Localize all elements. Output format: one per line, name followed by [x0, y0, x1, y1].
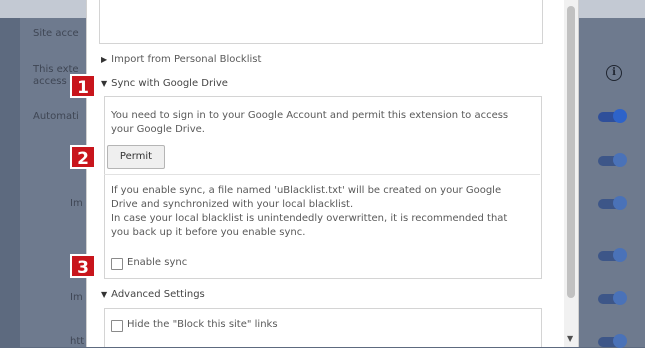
background-row-label: Im — [70, 292, 83, 303]
callout-badge: 2 — [70, 145, 96, 169]
toggle-switch[interactable] — [598, 109, 627, 123]
sync-info-line: you back up it before you enable sync. — [111, 227, 306, 238]
info-icon[interactable]: i — [606, 65, 622, 81]
automation-label: Automati — [33, 111, 79, 122]
toggle-knob-icon — [613, 109, 627, 123]
advanced-settings-label: Advanced Settings — [111, 289, 205, 300]
toggle-knob-icon — [613, 196, 627, 210]
enable-sync-label: Enable sync — [127, 257, 188, 268]
import-label: Import from Personal Blocklist — [111, 54, 262, 65]
import-expander[interactable]: ▶ Import from Personal Blocklist — [101, 54, 261, 65]
background-row-label: htt — [70, 336, 85, 347]
toggle-switch[interactable] — [598, 291, 627, 305]
toggle-knob-icon — [613, 291, 627, 305]
divider — [104, 174, 540, 175]
sync-info-line: In case your local blacklist is unintend… — [111, 213, 508, 224]
toggle-switch[interactable] — [598, 334, 627, 348]
toggle-switch[interactable] — [598, 196, 627, 210]
sync-info-line: If you enable sync, a file named 'uBlack… — [111, 185, 502, 196]
blacklist-textarea[interactable] — [99, 0, 543, 44]
toggle-knob-icon — [613, 153, 627, 167]
toggle-switch[interactable] — [598, 248, 627, 262]
options-dialog: ▶ Import from Personal Blocklist ▼ Sync wi… — [86, 0, 579, 347]
hide-links-label: Hide the "Block this site" links — [127, 319, 278, 330]
sync-section-expander[interactable]: ▼ Sync with Google Drive — [101, 78, 228, 89]
advanced-settings-expander[interactable]: ▼ Advanced Settings — [101, 289, 205, 300]
callout-badge: 1 — [70, 74, 96, 98]
sync-info-line: Drive and synchronized with your local b… — [111, 199, 354, 210]
signin-text-line: You need to sign in to your Google Accou… — [111, 110, 509, 121]
background-row-label: Im — [70, 198, 83, 209]
permit-button[interactable]: Permit — [107, 145, 165, 169]
sync-section-label: Sync with Google Drive — [111, 78, 228, 89]
enable-sync-checkbox[interactable] — [111, 258, 123, 270]
triangle-down-icon: ▼ — [101, 290, 108, 299]
scroll-down-arrow-icon[interactable]: ▼ — [567, 334, 573, 343]
toggle-switch[interactable] — [598, 153, 627, 167]
site-access-label: Site acce — [33, 28, 79, 39]
scrollbar-thumb[interactable] — [567, 6, 575, 298]
signin-text-line: your Google Drive. — [111, 124, 205, 135]
extension-description-label-2: access — [33, 76, 67, 87]
triangle-right-icon: ▶ — [101, 55, 108, 64]
triangle-down-icon: ▼ — [101, 79, 108, 88]
toggle-knob-icon — [613, 248, 627, 262]
toggle-knob-icon — [613, 334, 627, 348]
hide-links-checkbox[interactable] — [111, 320, 123, 332]
dialog-scrollbar[interactable]: ▼ — [564, 0, 578, 347]
callout-badge: 3 — [70, 254, 96, 278]
